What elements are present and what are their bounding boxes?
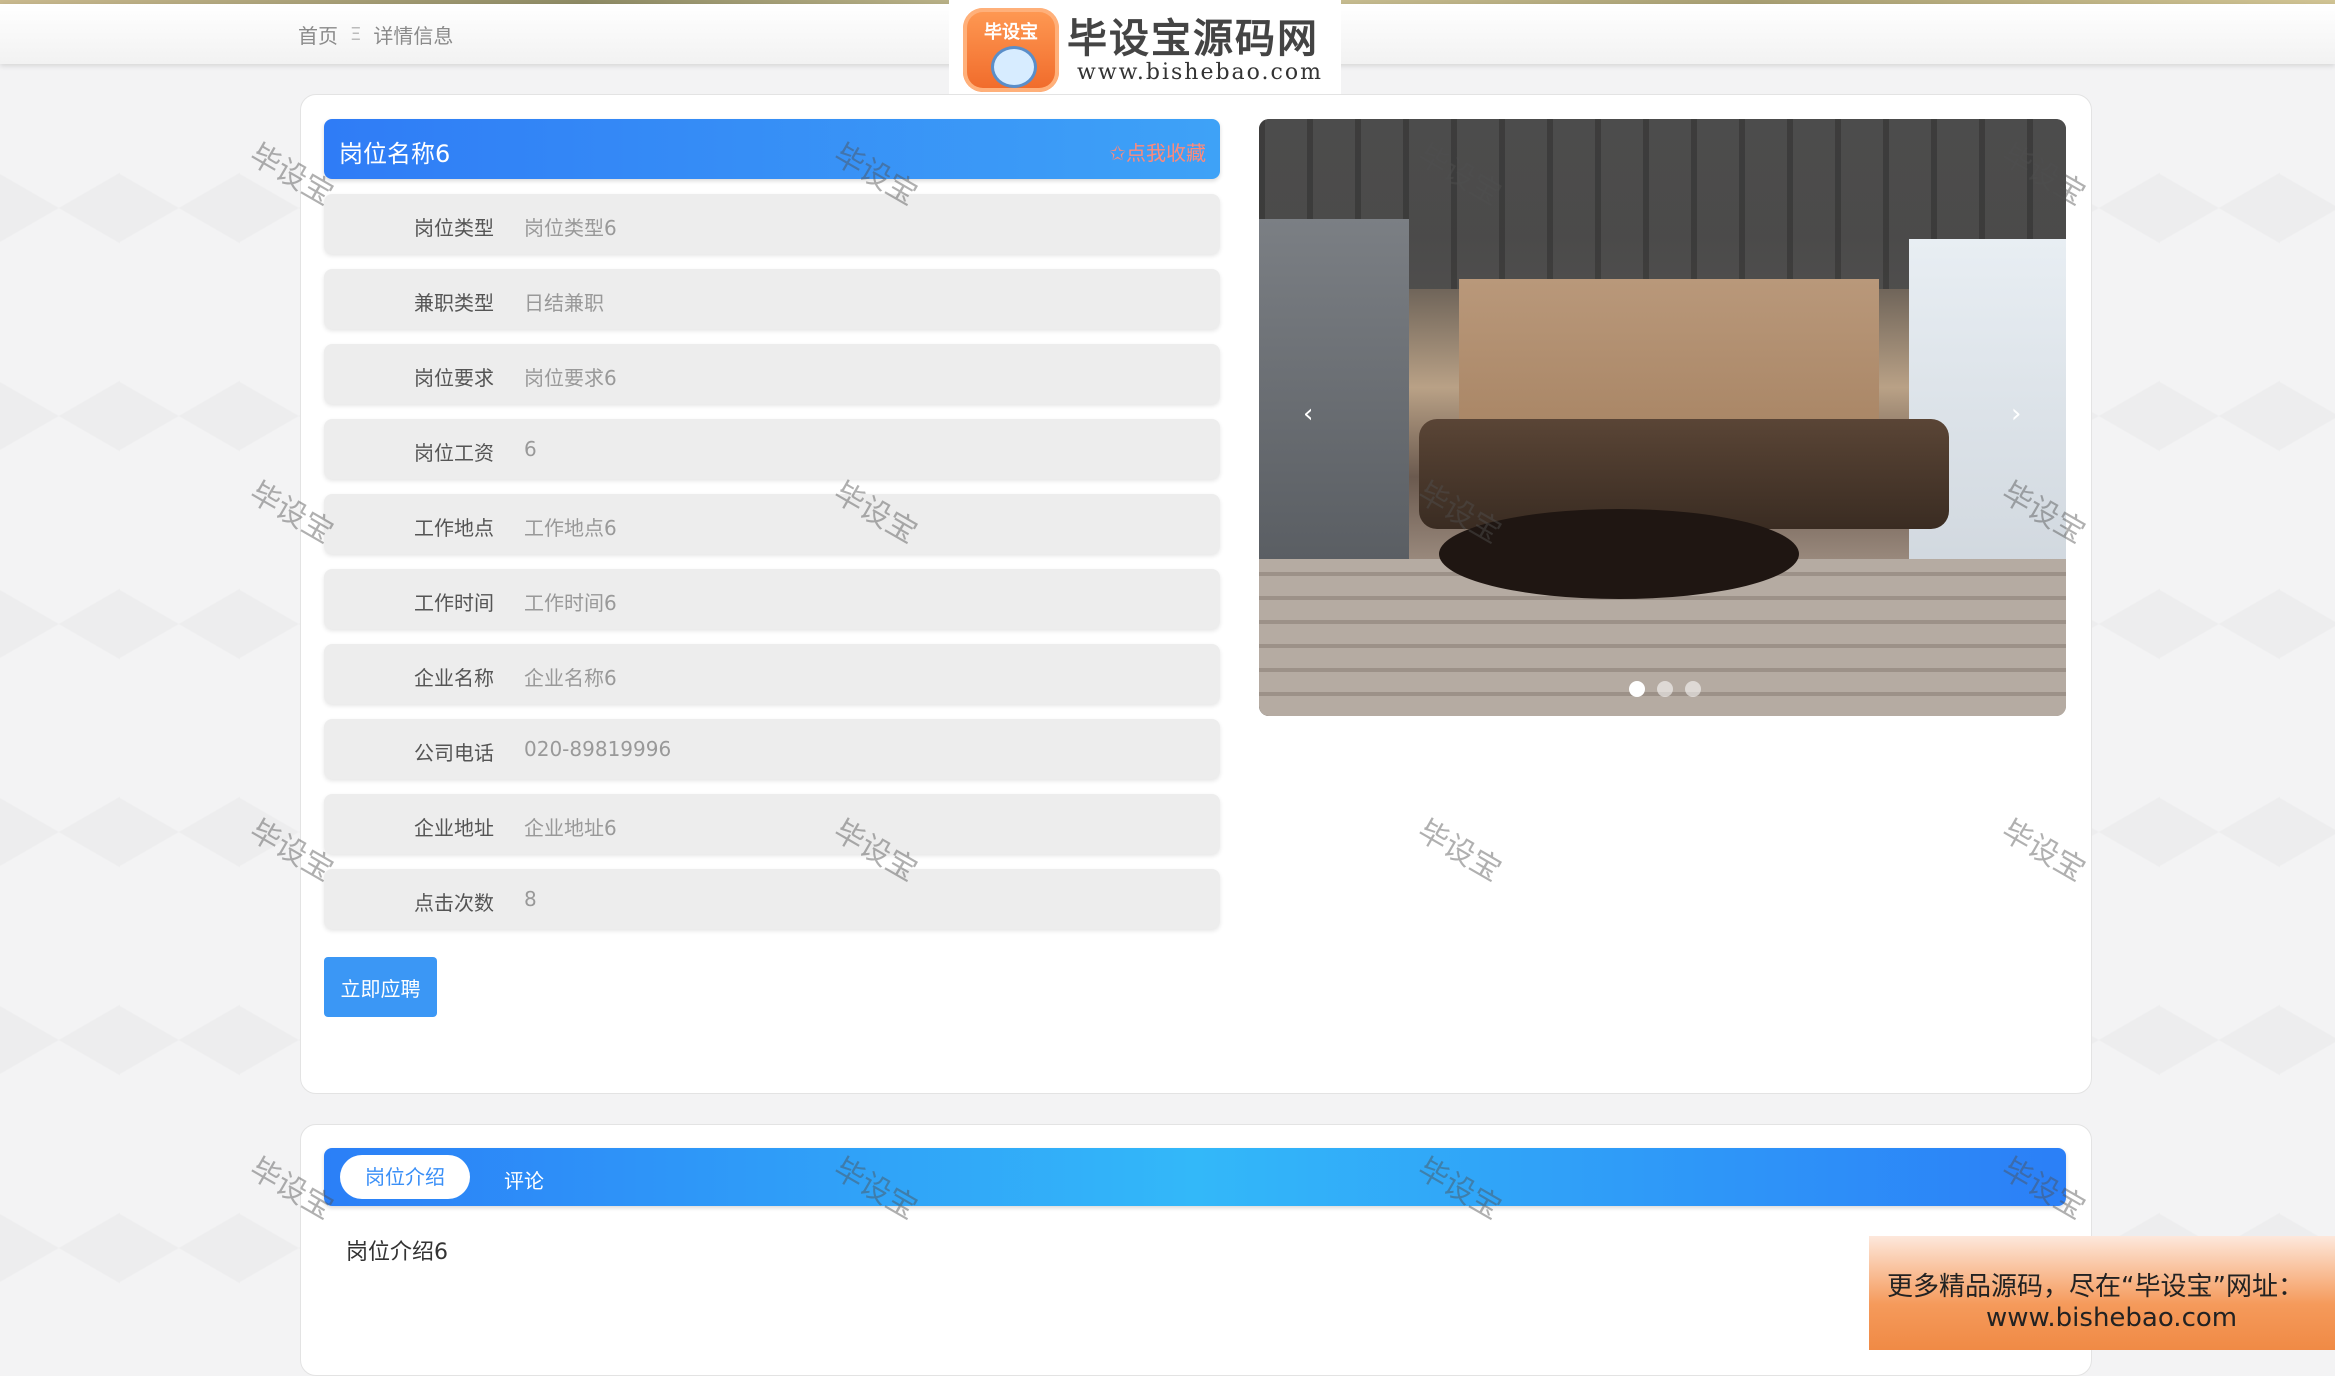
promo-text: 更多精品源码，尽在“毕设宝”网址： bbox=[1887, 1272, 2304, 1302]
job-title: 岗位名称6 bbox=[339, 140, 451, 168]
field-label: 点击次数 bbox=[414, 891, 494, 915]
field-row-parttime-type: 兼职类型 日结兼职 bbox=[324, 269, 1220, 329]
breadcrumb-home-link[interactable]: 首页 bbox=[298, 20, 338, 49]
field-label: 公司电话 bbox=[414, 741, 494, 765]
apply-now-button[interactable]: 立即应聘 bbox=[324, 957, 437, 1017]
tab-job-intro[interactable]: 岗位介绍 bbox=[340, 1155, 470, 1199]
favorite-button[interactable]: ✩点我收藏 bbox=[1109, 137, 1206, 166]
field-label: 企业地址 bbox=[414, 816, 494, 840]
carousel-prev-arrow[interactable]: ‹ bbox=[1303, 399, 1313, 429]
carousel-dot[interactable] bbox=[1685, 681, 1701, 697]
field-row-salary: 岗位工资 6 bbox=[324, 419, 1220, 479]
field-row-company-name: 企业名称 企业名称6 bbox=[324, 644, 1220, 704]
logo-url: www.bishebao.com bbox=[1077, 60, 1323, 85]
field-label: 岗位要求 bbox=[414, 366, 494, 390]
breadcrumb-separator: Ξ bbox=[350, 24, 362, 45]
field-row-requirements: 岗位要求 岗位要求6 bbox=[324, 344, 1220, 404]
carousel-dot[interactable] bbox=[1629, 681, 1645, 697]
field-value: 日结兼职 bbox=[524, 291, 604, 315]
field-value: 岗位类型6 bbox=[524, 216, 617, 240]
field-label: 岗位工资 bbox=[414, 441, 494, 465]
logo-badge-icon: 毕设宝 bbox=[963, 8, 1059, 92]
breadcrumb-current: 详情信息 bbox=[373, 24, 454, 48]
carousel-next-arrow[interactable]: › bbox=[2011, 399, 2021, 429]
site-logo: 毕设宝 毕设宝源码网 www.bishebao.com bbox=[949, 0, 1341, 96]
field-row-job-type: 岗位类型 岗位类型6 bbox=[324, 194, 1220, 254]
carousel-indicators bbox=[1629, 681, 1701, 697]
field-value: 企业名称6 bbox=[524, 666, 617, 690]
job-intro-content: 岗位介绍6 bbox=[346, 1240, 448, 1265]
breadcrumb: 首页 Ξ 详情信息 bbox=[298, 20, 453, 49]
field-row-location: 工作地点 工作地点6 bbox=[324, 494, 1220, 554]
field-label: 兼职类型 bbox=[414, 291, 494, 315]
field-value: 岗位要求6 bbox=[524, 366, 617, 390]
field-value: 6 bbox=[524, 437, 537, 461]
carousel-image-rug bbox=[1439, 509, 1799, 599]
image-carousel[interactable]: ‹ › bbox=[1259, 119, 2066, 716]
field-value: 工作地点6 bbox=[524, 516, 617, 540]
field-row-click-count: 点击次数 8 bbox=[324, 869, 1220, 929]
promo-banner[interactable]: 更多精品源码，尽在“毕设宝”网址： www.bishebao.com bbox=[1869, 1236, 2335, 1350]
field-label: 岗位类型 bbox=[414, 216, 494, 240]
carousel-dot[interactable] bbox=[1657, 681, 1673, 697]
field-label: 企业名称 bbox=[414, 666, 494, 690]
tab-bar: 岗位介绍 评论 bbox=[324, 1148, 2066, 1206]
field-label: 工作地点 bbox=[414, 516, 494, 540]
field-row-company-phone: 公司电话 020-89819996 bbox=[324, 719, 1220, 779]
logo-badge-text: 毕设宝 bbox=[984, 22, 1038, 43]
tab-comments[interactable]: 评论 bbox=[504, 1165, 544, 1194]
field-value: 工作时间6 bbox=[524, 591, 617, 615]
detail-title-bar: 岗位名称6 ✩点我收藏 bbox=[324, 119, 1220, 179]
promo-url: www.bishebao.com bbox=[1986, 1303, 2238, 1333]
field-row-company-address: 企业地址 企业地址6 bbox=[324, 794, 1220, 854]
field-value: 020-89819996 bbox=[524, 737, 672, 761]
field-row-work-time: 工作时间 工作时间6 bbox=[324, 569, 1220, 629]
field-value: 企业地址6 bbox=[524, 816, 617, 840]
mascot-face-icon bbox=[991, 46, 1037, 88]
field-label: 工作时间 bbox=[414, 591, 494, 615]
field-value: 8 bbox=[524, 887, 537, 911]
logo-title: 毕设宝源码网 bbox=[1067, 16, 1319, 62]
